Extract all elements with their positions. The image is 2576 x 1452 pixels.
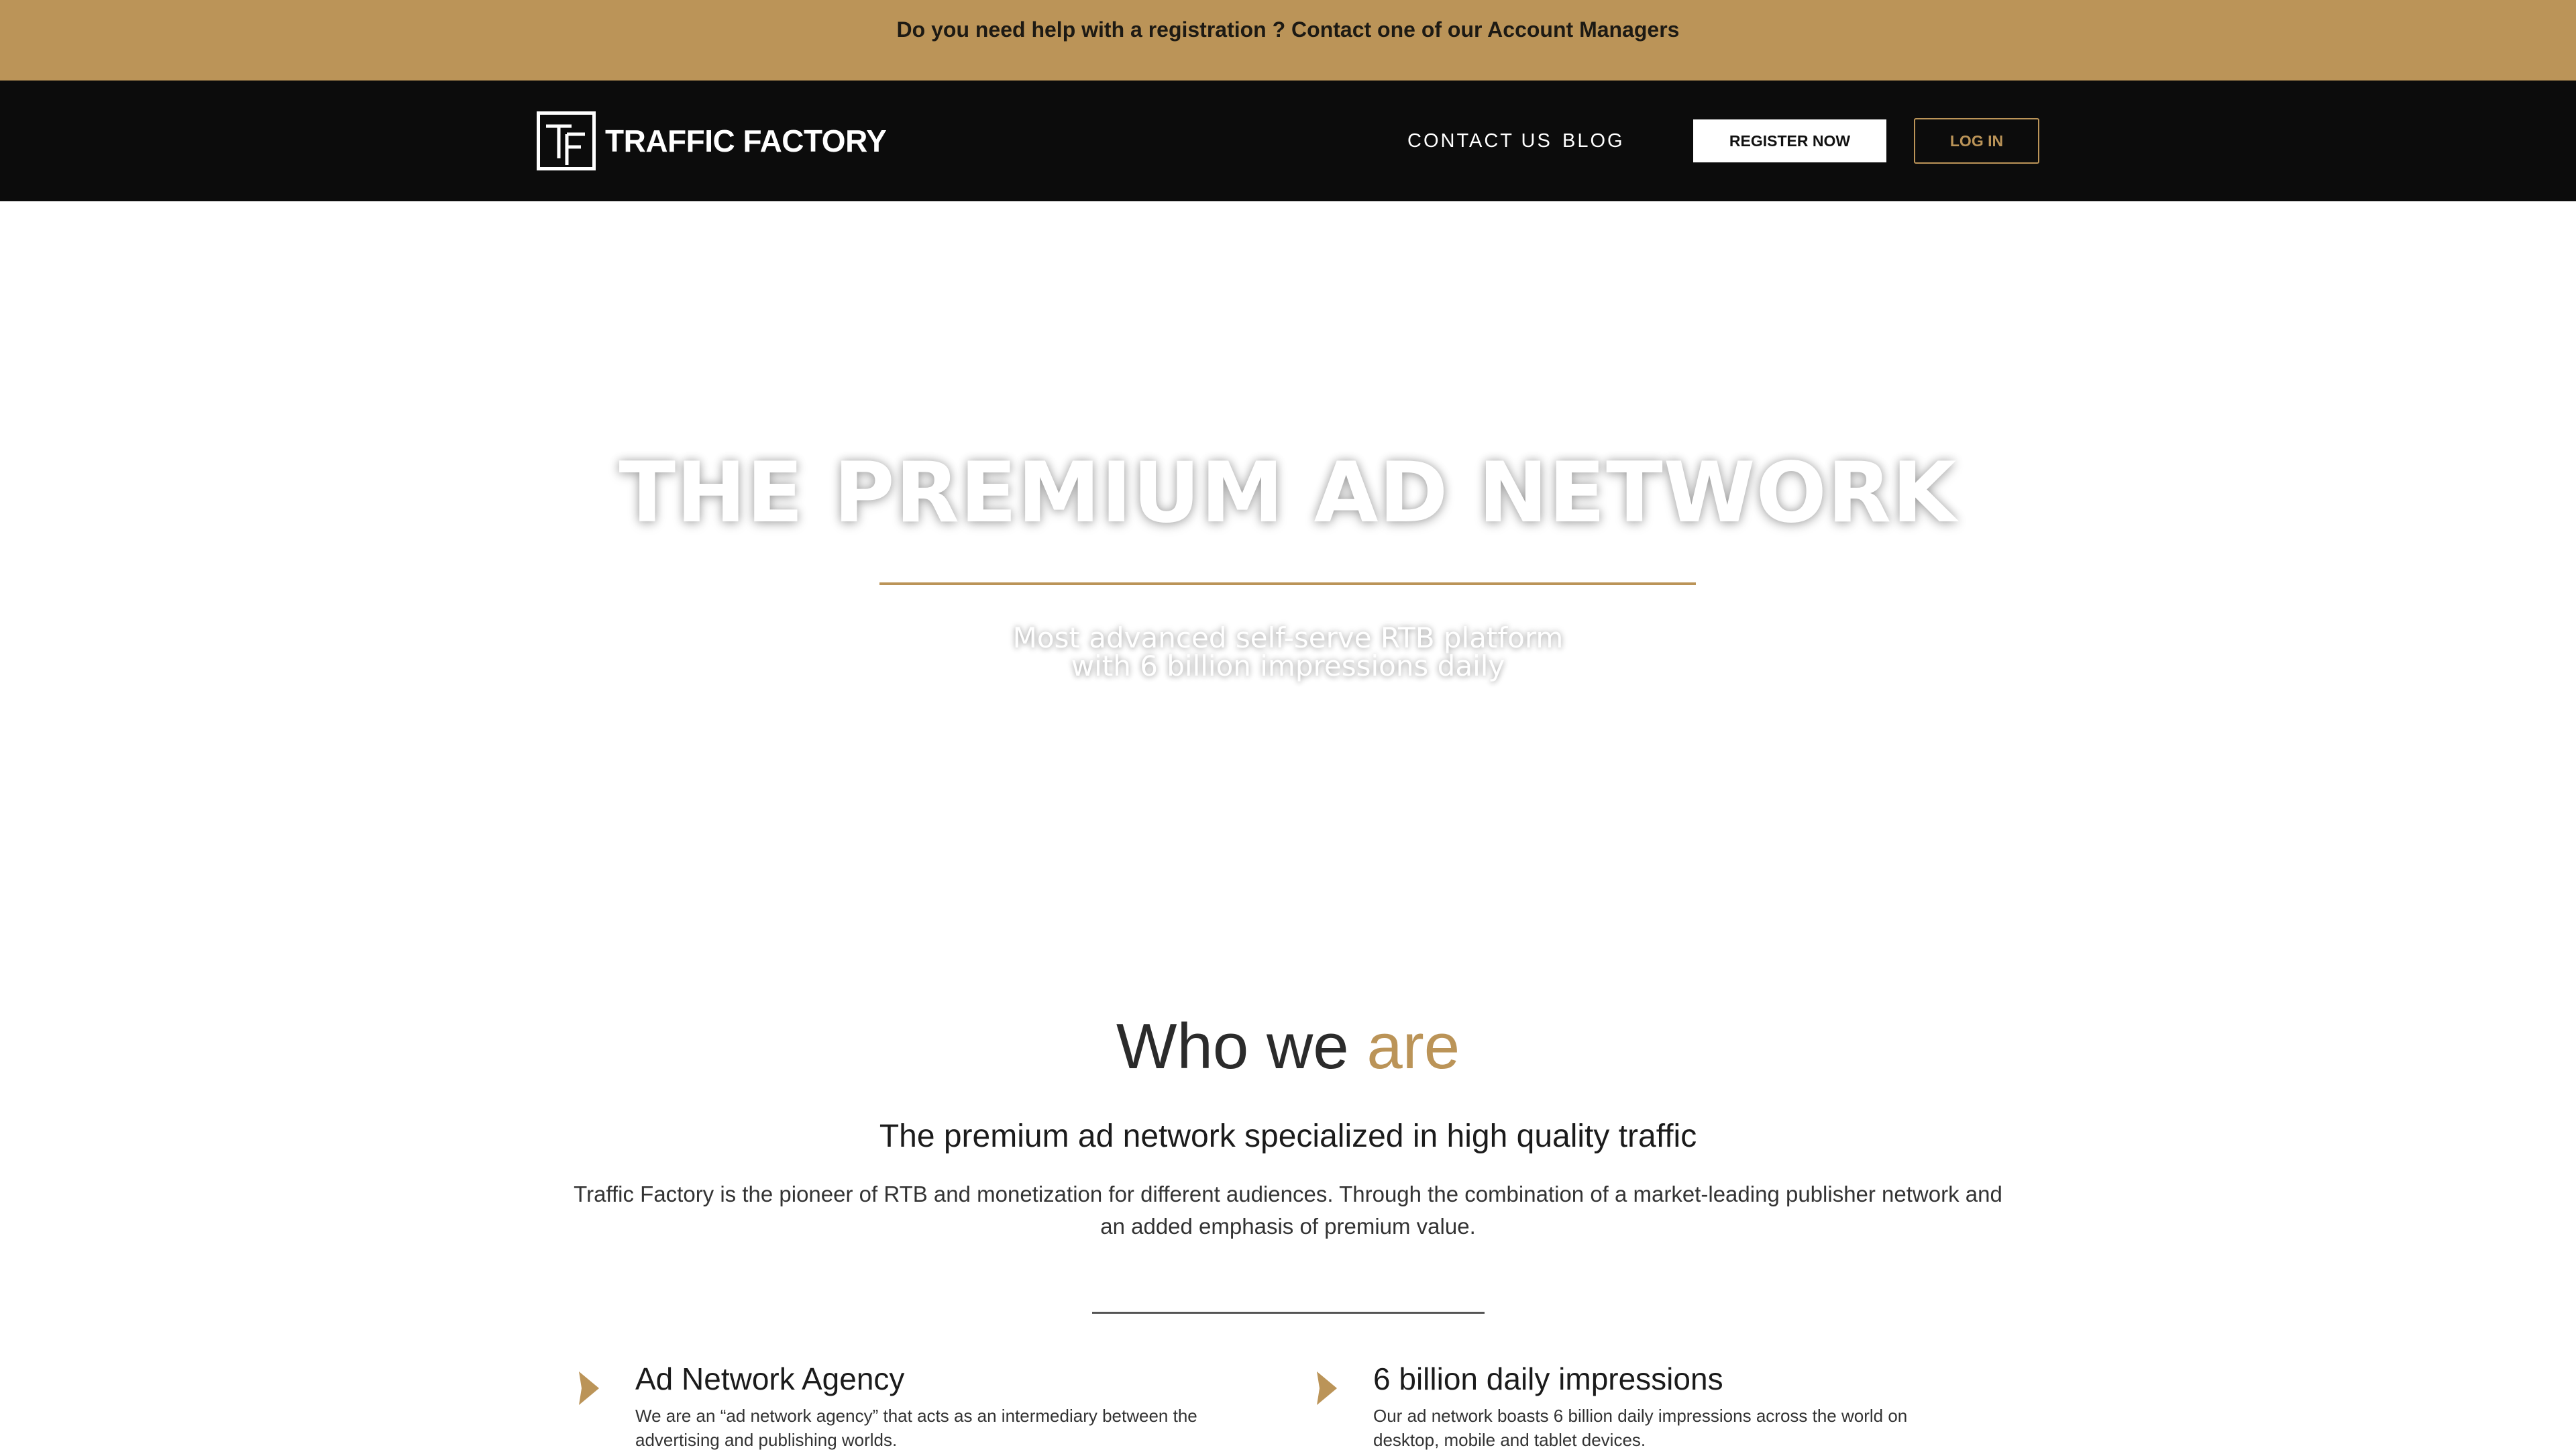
announcement-bar: Do you need help with a registration ? C…: [0, 0, 2576, 81]
who-heading-part-1: Who we: [1116, 1010, 1349, 1082]
who-we-are-heading: Who we are: [0, 1006, 2576, 1087]
hero-subtitle: Most advanced self-serve RTB platform wi…: [0, 624, 2576, 680]
triangle-right-icon: [579, 1371, 599, 1405]
triangle-right-icon: [1317, 1371, 1337, 1405]
feature-title: 6 billion daily impressions: [1373, 1361, 1723, 1396]
hero-subtitle-line-1: Most advanced self-serve RTB platform: [1012, 621, 1564, 654]
site-header: TRAFFIC FACTORY CONTACT US BLOG REGISTER…: [0, 81, 2576, 201]
log-in-button[interactable]: LOG IN: [1914, 118, 2039, 164]
nav-blog-link[interactable]: BLOG: [1562, 127, 1625, 154]
hero-divider: [879, 582, 1696, 585]
section-divider: [1092, 1312, 1485, 1314]
nav-contact-us-link[interactable]: CONTACT US: [1407, 127, 1552, 154]
register-now-button[interactable]: REGISTER NOW: [1693, 119, 1886, 162]
who-subheading: The premium ad network specialized in hi…: [879, 1119, 1697, 1154]
feature-title: Ad Network Agency: [635, 1361, 905, 1396]
who-description: Traffic Factory is the pioneer of RTB an…: [574, 1182, 2002, 1239]
announcement-text[interactable]: Do you need help with a registration ? C…: [897, 16, 1680, 81]
logo[interactable]: TRAFFIC FACTORY: [537, 110, 887, 172]
tf-monogram-icon: [537, 111, 596, 170]
hero-section: THE PREMIUM AD NETWORK Most advanced sel…: [0, 201, 2576, 939]
who-heading-accent: are: [1366, 1010, 1460, 1082]
feature-description: We are an “ad network agency” that acts …: [635, 1406, 1197, 1450]
hero-subtitle-line-2: with 6 billion impressions daily: [1071, 650, 1505, 682]
feature-description: Our ad network boasts 6 billion daily im…: [1373, 1406, 1908, 1450]
logo-text: TRAFFIC FACTORY: [605, 123, 887, 158]
hero-title: THE PREMIUM AD NETWORK: [619, 445, 1957, 541]
